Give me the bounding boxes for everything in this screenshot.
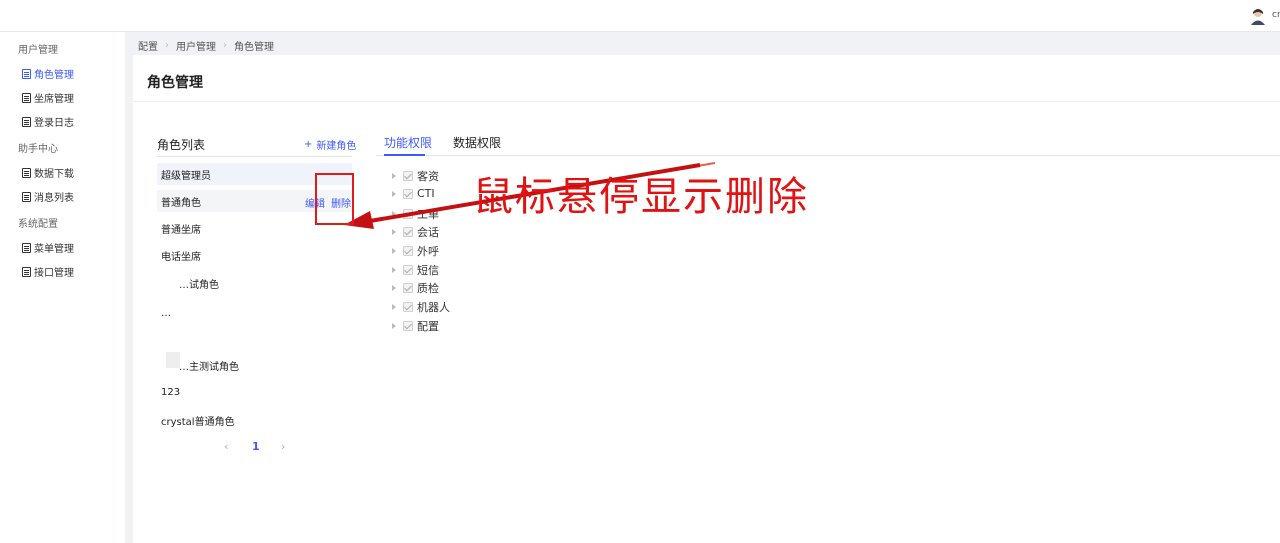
document-icon — [22, 191, 31, 202]
sidebar-item-data-download[interactable]: 数据下载 — [22, 165, 74, 180]
role-list-title: 角色列表 — [157, 138, 206, 152]
sidebar-item-seat-management[interactable]: 坐席管理 — [22, 90, 74, 105]
role-item-main-test-role[interactable]: …主测试角色 — [157, 354, 352, 376]
caret-right-icon[interactable] — [392, 304, 396, 310]
tab-data-permissions[interactable]: 数据权限 — [453, 134, 501, 151]
role-name: 123 — [161, 386, 181, 398]
divider — [133, 101, 1280, 102]
permission-label: 质检 — [417, 282, 439, 295]
tab-function-permissions[interactable]: 功能权限 — [384, 134, 432, 151]
sidebar — [0, 32, 125, 543]
annotation-text: 鼠标悬停显示删除 — [473, 174, 809, 220]
sidebar-item-label: 数据下载 — [34, 169, 74, 180]
document-icon — [22, 116, 31, 127]
sidebar-item-login-log[interactable]: 登录日志 — [22, 114, 74, 129]
sidebar-item-label: 菜单管理 — [34, 244, 74, 255]
checkbox[interactable] — [403, 321, 413, 331]
divider — [157, 156, 352, 157]
sidebar-item-label: 消息列表 — [34, 193, 74, 204]
role-item-crystal[interactable]: crystal普通角色 — [157, 409, 352, 431]
role-item-phone-seat[interactable]: 电话坐席 — [157, 244, 352, 266]
sidebar-item-label: 角色管理 — [34, 70, 74, 81]
permission-node[interactable]: 机器人 — [392, 299, 450, 315]
sidebar-item-menu-management[interactable]: 菜单管理 — [22, 240, 74, 255]
plus-icon: + — [304, 139, 313, 150]
role-item-123[interactable]: 123 — [157, 381, 352, 403]
new-role-button[interactable]: + 新建角色 — [304, 137, 356, 152]
caret-right-icon[interactable] — [392, 285, 396, 291]
document-icon — [22, 68, 31, 79]
caret-right-icon[interactable] — [392, 323, 396, 329]
breadcrumb: 配置 › 用户管理 › 角色管理 — [138, 38, 274, 53]
role-name: 普通坐席 — [161, 224, 201, 236]
permission-node[interactable]: 短信 — [392, 262, 439, 278]
permission-label: 机器人 — [417, 301, 450, 314]
permission-label: 短信 — [417, 264, 439, 277]
checkbox[interactable] — [403, 246, 413, 256]
annotation-highlight-box — [315, 173, 354, 225]
sidebar-item-api-management[interactable]: 接口管理 — [22, 264, 74, 279]
permission-node[interactable]: 质检 — [392, 280, 439, 296]
document-icon — [22, 242, 31, 253]
role-item-test-role[interactable]: …试角色 — [157, 272, 352, 294]
role-name: … — [161, 307, 171, 319]
role-item-redacted[interactable]: … — [157, 302, 352, 324]
permission-label: 外呼 — [417, 245, 439, 258]
checkbox[interactable] — [403, 265, 413, 275]
breadcrumb-item[interactable]: 用户管理 — [176, 38, 216, 53]
role-name: crystal普通角色 — [161, 416, 235, 428]
pagination-next-button[interactable]: › — [281, 440, 285, 453]
role-name: …主测试角色 — [179, 361, 239, 373]
permission-label: 配置 — [417, 320, 439, 333]
caret-right-icon[interactable] — [392, 248, 396, 254]
page-title: 角色管理 — [147, 75, 203, 91]
role-name: 电话坐席 — [161, 251, 201, 263]
role-name: 普通角色 — [161, 197, 201, 209]
sidebar-group-user-management[interactable]: 用户管理 — [18, 41, 58, 56]
new-role-label: 新建角色 — [316, 141, 357, 152]
breadcrumb-item: 角色管理 — [234, 42, 274, 53]
sidebar-item-message-list[interactable]: 消息列表 — [22, 189, 74, 204]
document-icon — [22, 92, 31, 103]
chevron-right-icon: › — [223, 40, 227, 51]
checkbox[interactable] — [403, 283, 413, 293]
user-name[interactable]: cr — [1272, 10, 1280, 20]
permission-node[interactable]: 外呼 — [392, 243, 439, 259]
sidebar-item-label: 接口管理 — [34, 268, 74, 279]
permission-node[interactable]: 配置 — [392, 318, 439, 334]
document-icon — [22, 167, 31, 178]
document-icon — [22, 266, 31, 277]
sidebar-group-system-config[interactable]: 系统配置 — [18, 215, 58, 230]
main-content — [133, 55, 1280, 543]
sidebar-item-label: 坐席管理 — [34, 94, 74, 105]
role-name: …试角色 — [179, 279, 219, 291]
top-header: cr — [0, 0, 1280, 32]
sidebar-item-label: 登录日志 — [34, 118, 74, 129]
chevron-right-icon: › — [165, 40, 169, 51]
breadcrumb-item[interactable]: 配置 — [138, 38, 158, 53]
role-name: 超级管理员 — [161, 170, 211, 182]
sidebar-group-assistant-center[interactable]: 助手中心 — [18, 140, 58, 155]
pagination-prev-button[interactable]: ‹ — [224, 440, 228, 453]
sidebar-item-role-management[interactable]: 角色管理 — [22, 66, 74, 81]
pagination-page-1[interactable]: 1 — [252, 440, 260, 453]
checkbox[interactable] — [403, 302, 413, 312]
user-avatar-icon[interactable] — [1250, 7, 1266, 25]
caret-right-icon[interactable] — [392, 267, 396, 273]
